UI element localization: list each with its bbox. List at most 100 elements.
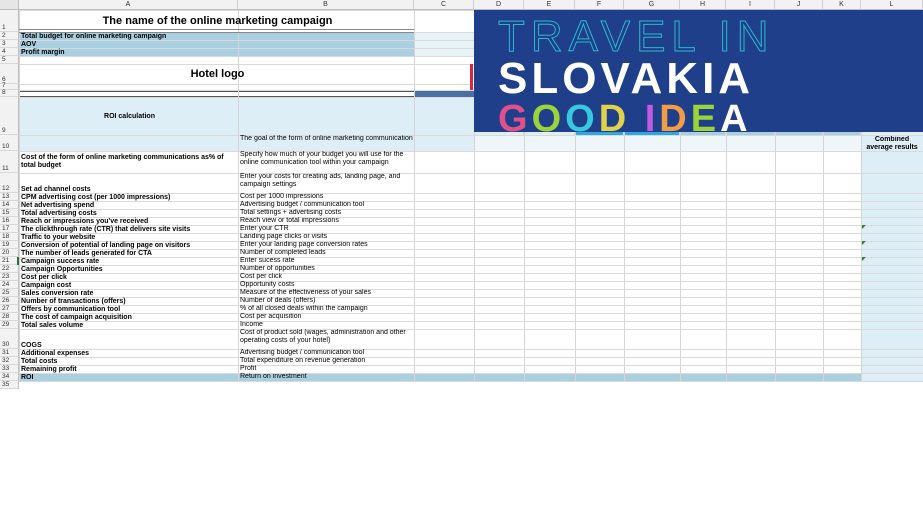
cell-b18[interactable]: Landing page clicks or visits: [238, 233, 414, 241]
cell-a21[interactable]: Campaign success rate: [19, 257, 238, 265]
cell-b24[interactable]: Opportunity costs: [238, 281, 414, 289]
row-header-9[interactable]: 9: [0, 97, 19, 135]
cell-b34[interactable]: Return on investment: [238, 373, 414, 381]
row-header-29[interactable]: 29: [0, 321, 19, 329]
row-header-34[interactable]: 34: [0, 373, 19, 381]
column-header-f[interactable]: F: [575, 0, 624, 10]
cell-b11[interactable]: Specify how much of your budget you will…: [238, 151, 414, 173]
column-header-l[interactable]: L: [861, 0, 923, 10]
row-header-14[interactable]: 14: [0, 201, 19, 209]
cell-a15[interactable]: Total advertising costs: [19, 209, 238, 217]
cell-b19[interactable]: Enter your landing page conversion rates: [238, 241, 414, 249]
row-header-3[interactable]: 3: [0, 40, 19, 48]
select-all-corner[interactable]: [0, 0, 19, 10]
row-header-26[interactable]: 26: [0, 297, 19, 305]
cell-a6[interactable]: Hotel logo: [19, 64, 414, 84]
cell-a20[interactable]: The number of leads generated for CTA: [19, 249, 238, 257]
row-header-6[interactable]: 6: [0, 64, 19, 84]
cell-a24[interactable]: Campaign cost: [19, 281, 238, 289]
cell-b22[interactable]: Number of opportunities: [238, 265, 414, 273]
column-header-a[interactable]: A: [19, 0, 238, 10]
column-header-i[interactable]: I: [726, 0, 775, 10]
column-header-h[interactable]: H: [680, 0, 726, 10]
cell-a33[interactable]: Remaining profit: [19, 365, 238, 373]
row-header-2[interactable]: 2: [0, 32, 19, 40]
cell-a32[interactable]: Total costs: [19, 357, 238, 365]
cell-a12[interactable]: Set ad channel costs: [19, 173, 238, 193]
cell-a27[interactable]: Offers by communication tool: [19, 305, 238, 313]
column-header-b[interactable]: B: [238, 0, 414, 10]
column-header-c[interactable]: C: [414, 0, 474, 10]
cell-a14[interactable]: Net advertising spend: [19, 201, 238, 209]
cell-b17[interactable]: Enter your CTR: [238, 225, 414, 233]
cell-b31[interactable]: Advertising budget / communication tool: [238, 349, 414, 357]
column-header-j[interactable]: J: [775, 0, 823, 10]
cell-a30[interactable]: COGS: [19, 329, 238, 349]
cell-a17[interactable]: The clickthrough rate (CTR) that deliver…: [19, 225, 238, 233]
cell-b12[interactable]: Enter your costs for creating ads, landi…: [238, 173, 414, 193]
cell-a16[interactable]: Reach or impressions you've received: [19, 217, 238, 225]
cell-a26[interactable]: Number of transactions (offers): [19, 297, 238, 305]
cell-a23[interactable]: Cost per click: [19, 273, 238, 281]
row-header-33[interactable]: 33: [0, 365, 19, 373]
row-header-18[interactable]: 18: [0, 233, 19, 241]
row-header-11[interactable]: 11: [0, 151, 19, 173]
row-header-16[interactable]: 16: [0, 217, 19, 225]
cell-a19[interactable]: Conversion of potential of landing page …: [19, 241, 238, 249]
cell-b30[interactable]: Cost of product sold (wages, administrat…: [238, 329, 414, 349]
column-header-d[interactable]: D: [474, 0, 524, 10]
cell-a31[interactable]: Additional expenses: [19, 349, 238, 357]
column-header-e[interactable]: E: [524, 0, 575, 10]
cell-b15[interactable]: Total settings + advertising costs: [238, 209, 414, 217]
row-header-22[interactable]: 22: [0, 265, 19, 273]
cell-a2[interactable]: Total budget for online marketing campai…: [19, 32, 238, 40]
row-header-30[interactable]: 30: [0, 329, 19, 349]
cell-b13[interactable]: Cost per 1000 impressions: [238, 193, 414, 201]
cell-b20[interactable]: Number of completed leads: [238, 249, 414, 257]
cell-b26[interactable]: Number of deals (offers): [238, 297, 414, 305]
cell-b32[interactable]: Total expenditure on revenue generation: [238, 357, 414, 365]
row-header-17[interactable]: 17: [0, 225, 19, 233]
row-header-19[interactable]: 19: [0, 241, 19, 249]
row-header-23[interactable]: 23: [0, 273, 19, 281]
row-header-27[interactable]: 27: [0, 305, 19, 313]
cell-b16[interactable]: Reach view or total impressions: [238, 217, 414, 225]
cell-a25[interactable]: Sales conversion rate: [19, 289, 238, 297]
cell-a28[interactable]: The cost of campaign acquisition: [19, 313, 238, 321]
row-header-10[interactable]: 10: [0, 135, 19, 151]
cell-a34[interactable]: ROI: [19, 373, 238, 381]
cell-a4[interactable]: Profit margin: [19, 48, 238, 56]
row-header-32[interactable]: 32: [0, 357, 19, 365]
row-header-28[interactable]: 28: [0, 313, 19, 321]
cell-a22[interactable]: Campaign Opportunities: [19, 265, 238, 273]
row-header-25[interactable]: 25: [0, 289, 19, 297]
cell-a9[interactable]: ROI calculation: [19, 97, 238, 135]
row-header-13[interactable]: 13: [0, 193, 19, 201]
column-header-k[interactable]: K: [823, 0, 861, 10]
row-header-5[interactable]: 5: [0, 56, 19, 64]
cell-a29[interactable]: Total sales volume: [19, 321, 238, 329]
cell-a3[interactable]: AOV: [19, 40, 238, 48]
cell-b29[interactable]: Income: [238, 321, 414, 329]
cell-b28[interactable]: Cost per acquisition: [238, 313, 414, 321]
cell-b23[interactable]: Cost per click: [238, 273, 414, 281]
cell-b10[interactable]: The goal of the form of online marketing…: [238, 135, 414, 151]
row-header-12[interactable]: 12: [0, 173, 19, 193]
row-header-1[interactable]: 1: [0, 10, 19, 32]
cell-b27[interactable]: % of all closed deals within the campaig…: [238, 305, 414, 313]
row-header-20[interactable]: 20: [0, 249, 19, 257]
row-header-15[interactable]: 15: [0, 209, 19, 217]
cell-b14[interactable]: Advertising budget / communication tool: [238, 201, 414, 209]
cell-a18[interactable]: Traffic to your website: [19, 233, 238, 241]
cell-b21[interactable]: Enter sucess rate: [238, 257, 414, 265]
column-header-g[interactable]: G: [624, 0, 680, 10]
row-header-35[interactable]: 35: [0, 381, 19, 389]
cell-b25[interactable]: Measure of the effectiveness of your sal…: [238, 289, 414, 297]
row-header-31[interactable]: 31: [0, 349, 19, 357]
row-header-8[interactable]: 8: [0, 89, 19, 97]
cell-b33[interactable]: Profit: [238, 365, 414, 373]
row-header-24[interactable]: 24: [0, 281, 19, 289]
cell-a13[interactable]: CPM advertising cost (per 1000 impressio…: [19, 193, 238, 201]
cell-a11[interactable]: Cost of the form of online marketing com…: [19, 151, 238, 173]
row-header-4[interactable]: 4: [0, 48, 19, 56]
